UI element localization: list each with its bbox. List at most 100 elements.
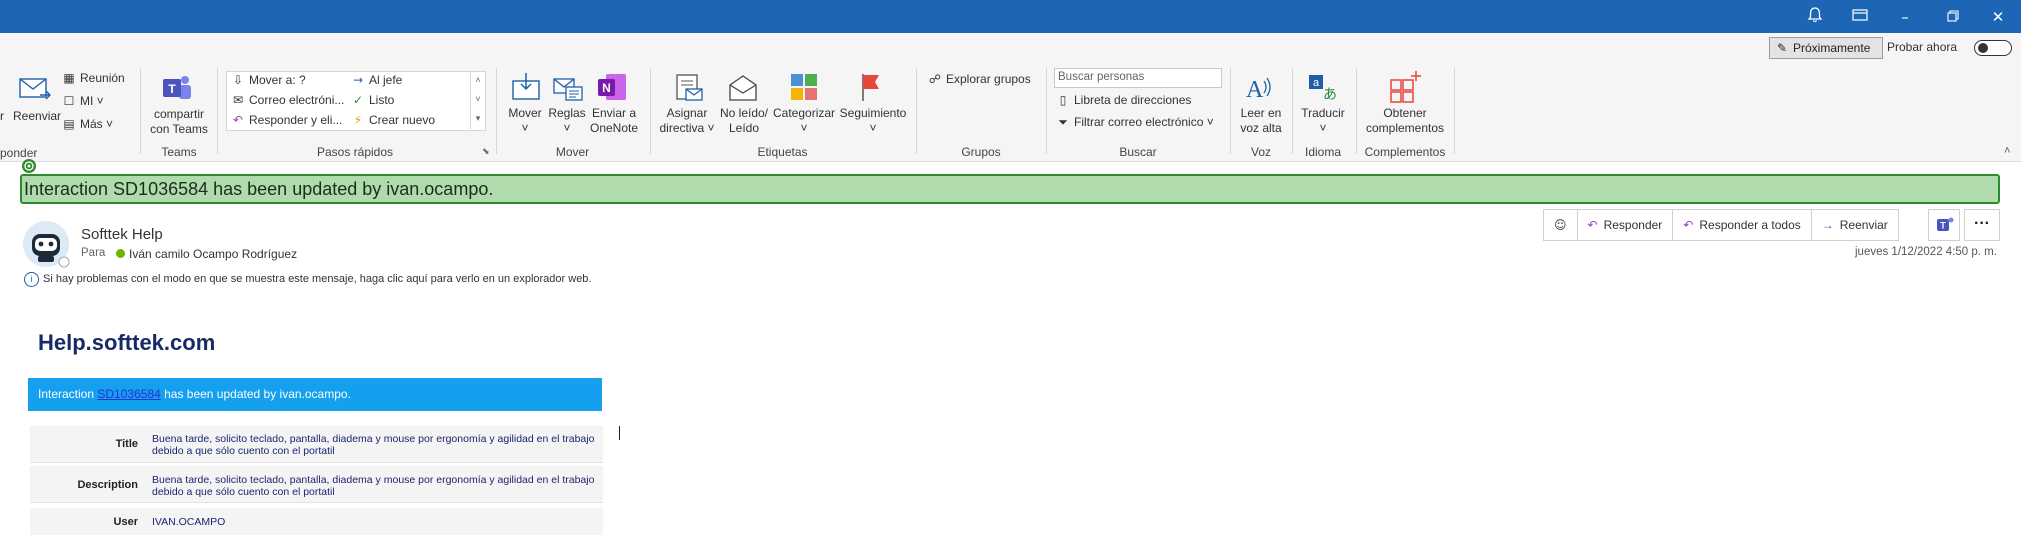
move-button[interactable]: Mover ˅ — [502, 106, 548, 136]
row-value: IVAN.OCAMPO — [152, 516, 226, 528]
rules-icon — [552, 71, 584, 108]
move-group-label: Mover — [555, 145, 590, 159]
assign-policy-button[interactable]: Asignar directiva ˅ — [657, 106, 717, 136]
teams-group-label: Teams — [161, 145, 197, 159]
share-teams-button[interactable]: compartir con Teams — [148, 107, 210, 137]
chat-icon: ☐ — [63, 94, 75, 108]
meeting-button[interactable]: ▦ Reunión — [62, 71, 124, 85]
window-titlebar: – ✕ — [0, 0, 2021, 33]
im-button[interactable]: ☐ MI ˅ — [62, 94, 104, 108]
filter-mail-button[interactable]: ⏷ Filtrar correo electrónico ˅ — [1056, 115, 1214, 130]
minimize-icon[interactable]: – — [1894, 6, 1916, 28]
separator — [1356, 68, 1357, 154]
reply-button[interactable]: ↶ Responder — [1578, 210, 1674, 240]
check-icon: ✓ — [352, 93, 364, 107]
dialog-launcher-icon[interactable]: ⬊ — [482, 146, 490, 157]
categorize-button[interactable]: Categorizar ˅ — [773, 106, 835, 136]
interaction-banner: Interaction SD1036584 has been updated b… — [20, 174, 2000, 204]
translate-icon: aあ — [1307, 71, 1339, 108]
followup-button[interactable]: Seguimiento ˅ — [838, 106, 908, 136]
language-group-label: Idioma — [1304, 145, 1342, 159]
separator — [496, 68, 497, 154]
categorize-icon — [788, 71, 820, 108]
addins-group-label: Complementos — [1364, 145, 1446, 159]
row-value: Buena tarde, solicito teclado, pantalla,… — [152, 474, 595, 498]
reply-all-button[interactable]: ↶ Responder a todos — [1673, 210, 1812, 240]
row-key: User — [113, 516, 138, 528]
gallery-scroll[interactable]: ˄ ˅ ▾ — [470, 71, 485, 129]
try-now-label: Probar ahora — [1887, 40, 1958, 54]
quickstep-reply-delete[interactable]: ↶ Responder y eli... — [231, 113, 342, 127]
quickstep-move[interactable]: ⇩ Mover a: ? — [231, 73, 306, 87]
display-options-icon[interactable] — [1849, 6, 1871, 28]
send-onenote-button[interactable]: Enviar a OneNote — [587, 106, 641, 136]
mail-icon: ✉ — [232, 93, 244, 107]
sender-name[interactable]: Softtek Help — [81, 226, 163, 243]
forward-message-button[interactable]: → Reenviar — [1812, 210, 1898, 240]
unread-read-button[interactable]: No leído/Leído — [717, 106, 771, 136]
get-addins-icon — [1388, 69, 1422, 108]
arrow-right-icon: → — [352, 73, 364, 87]
svg-text:a: a — [1313, 77, 1320, 89]
teams-icon: T — [160, 73, 194, 108]
svg-text:あ: あ — [1323, 87, 1337, 103]
collapse-ribbon-icon[interactable]: ˄ — [2004, 145, 2010, 157]
try-now-toggle[interactable] — [1974, 40, 2012, 56]
explore-groups-button[interactable]: ☍ Explorar grupos — [928, 72, 1031, 86]
quickstep-mail[interactable]: ✉ Correo electróni... — [231, 93, 344, 107]
emoji-reaction-button[interactable]: ☺ — [1544, 210, 1578, 240]
quicksteps-group-label: Pasos rápidos — [316, 145, 394, 159]
info-icon: i — [24, 272, 39, 287]
read-aloud-button[interactable]: Leer en voz alta — [1234, 106, 1288, 136]
rules-button[interactable]: Reglas ˅ — [546, 106, 588, 136]
address-book-icon: ▯ — [1059, 93, 1067, 107]
display-issue-info[interactable]: Si hay problemas con el modo en que se m… — [43, 273, 592, 285]
table-row: Title Buena tarde, solicito teclado, pan… — [30, 426, 603, 463]
search-people-placeholder: Buscar personas — [1058, 71, 1145, 83]
reply-icon: ↶ — [232, 113, 244, 127]
get-addins-button[interactable]: Obtener complementos — [1360, 106, 1450, 136]
forward-icon: → — [1821, 218, 1834, 232]
ticket-link[interactable]: SD1036584 — [97, 387, 160, 401]
calendar-icon: ▦ — [63, 71, 75, 85]
quickstep-to-boss[interactable]: → Al jefe — [351, 73, 402, 87]
address-book-button[interactable]: ▯ Libreta de direcciones — [1056, 93, 1192, 107]
flag-icon — [858, 71, 884, 108]
forward-button[interactable]: Reenviar — [13, 109, 61, 123]
toggle-knob — [1978, 43, 1988, 53]
quickstep-create[interactable]: ⚡ Crear nuevo — [351, 113, 435, 127]
interaction-bar: Interaction SD1036584 has been updated b… — [28, 378, 602, 411]
presence-available-icon — [116, 249, 125, 258]
groups-group-label: Grupos — [961, 145, 1001, 159]
recipient-name[interactable]: Iván camilo Ocampo Rodríguez — [129, 247, 297, 261]
svg-text:A: A — [1246, 77, 1264, 103]
svg-text:T: T — [1940, 221, 1946, 231]
reply-partial-label[interactable]: r — [0, 109, 4, 123]
separator — [217, 68, 218, 154]
voice-group-label: Voz — [1250, 145, 1271, 159]
translate-button[interactable]: Traducir ˅ — [1296, 106, 1350, 136]
unread-read-icon — [727, 73, 759, 108]
smiley-icon: ☺ — [1554, 218, 1567, 232]
table-row: User IVAN.OCAMPO — [30, 508, 603, 535]
separator — [1292, 68, 1293, 154]
quickstep-done[interactable]: ✓ Listo — [351, 93, 394, 107]
avatar — [22, 220, 72, 275]
move-icon — [510, 71, 542, 108]
close-icon[interactable]: ✕ — [1987, 6, 2009, 28]
teams-share-button[interactable]: T — [1928, 209, 1960, 241]
search-people-input[interactable]: Buscar personas — [1054, 68, 1222, 88]
message-actions: ☺ ↶ Responder ↶ Responder a todos → Reenvia… — [1543, 209, 1899, 241]
move-to-icon: ⇩ — [232, 73, 244, 87]
row-value: Buena tarde, solicito teclado, pantalla,… — [152, 433, 595, 457]
pen-icon: ✎ — [1776, 41, 1788, 55]
coming-soon-button[interactable]: ✎ Próximamente — [1769, 37, 1883, 59]
reply-all-icon: ↶ — [1683, 218, 1694, 232]
restore-icon[interactable] — [1942, 6, 1964, 28]
more-button[interactable]: ▤ Más ˅ — [62, 117, 113, 131]
more-icon: ▤ — [63, 117, 75, 131]
more-options-button[interactable]: ··· — [1964, 209, 2000, 241]
to-label: Para — [81, 247, 106, 259]
bar-suffix: has been updated by ivan.ocampo. — [160, 387, 351, 401]
bell-icon[interactable] — [1804, 6, 1826, 28]
